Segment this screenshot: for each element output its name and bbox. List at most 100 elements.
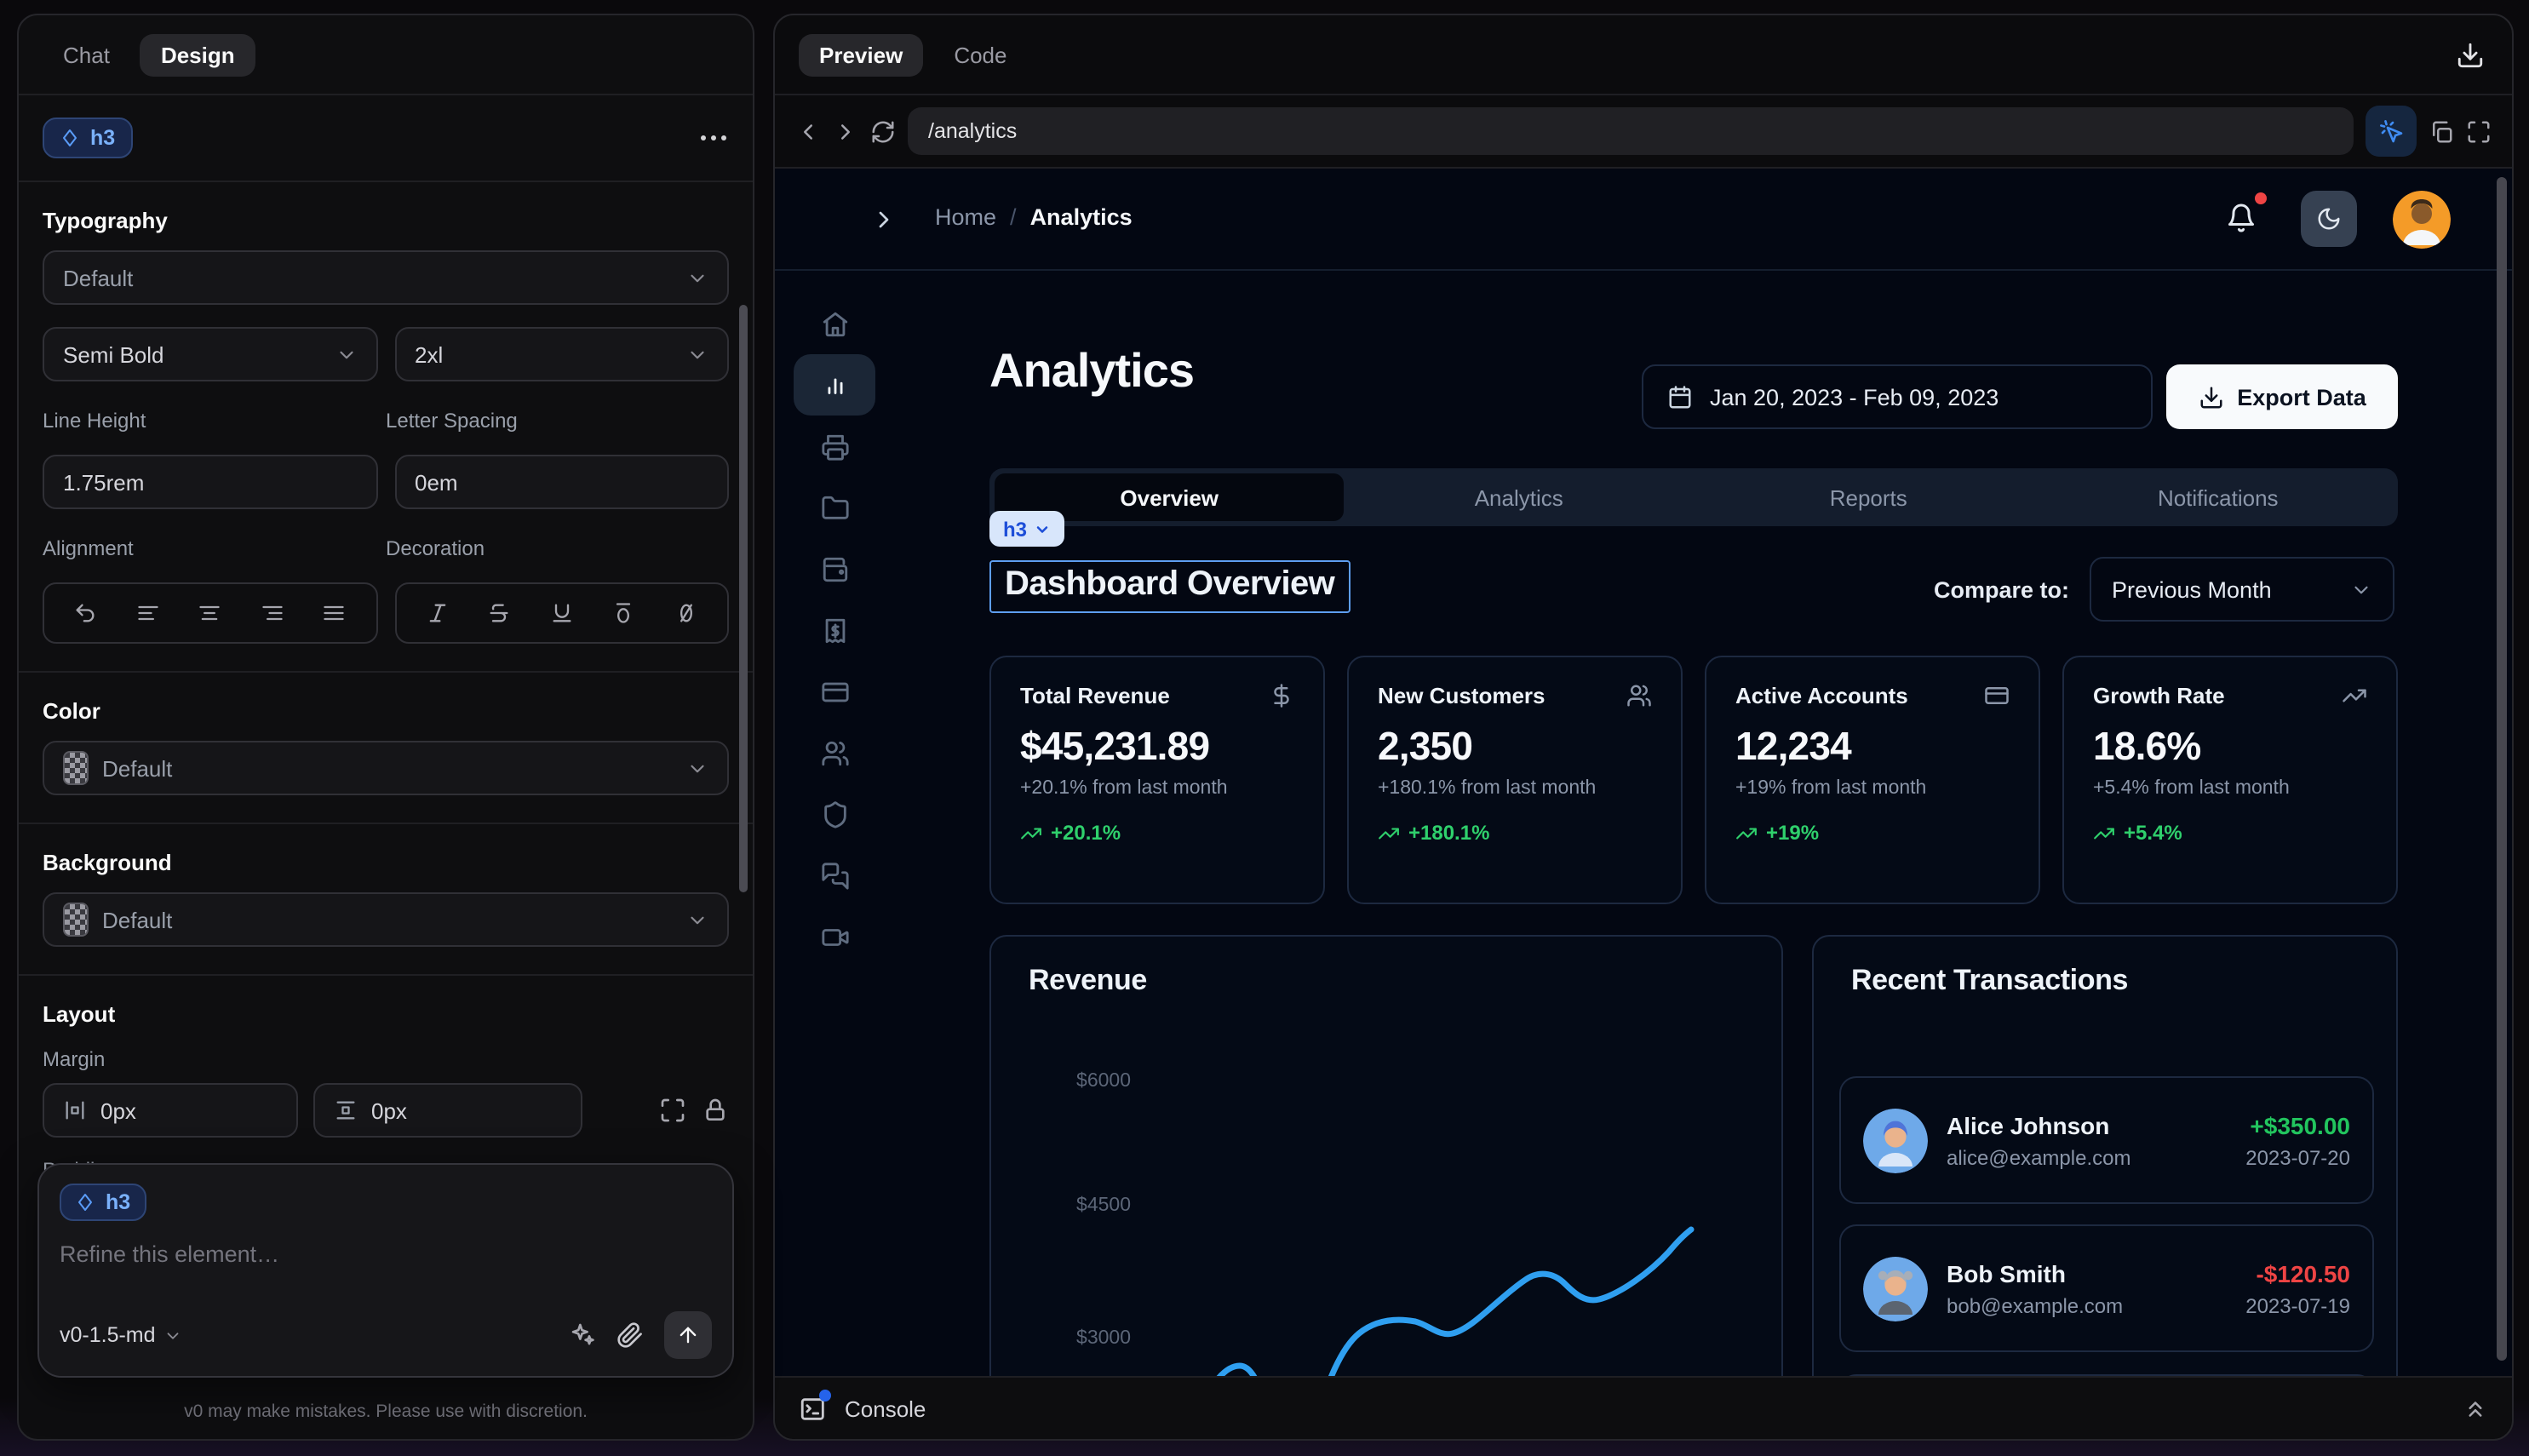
- transaction-email: bob@example.com: [1947, 1293, 2123, 1317]
- composer-placeholder[interactable]: Refine this element…: [60, 1241, 712, 1267]
- sidebar-item-payments[interactable]: [794, 661, 875, 722]
- forward-icon[interactable]: [833, 118, 858, 144]
- sidebar-item-customers[interactable]: [794, 722, 875, 783]
- left-panel-scrollbar[interactable]: [739, 305, 748, 892]
- fullscreen-icon[interactable]: [2466, 118, 2492, 144]
- stat-trend: +5.4%: [2124, 821, 2182, 845]
- compare-control: Compare to: Previous Month: [1934, 557, 2394, 622]
- transaction-row[interactable]: Alice Johnson alice@example.com +$350.00…: [1839, 1076, 2374, 1204]
- color-select[interactable]: Default: [43, 741, 729, 795]
- preview-scrollbar[interactable]: [2497, 177, 2507, 1361]
- margin-x-input[interactable]: 0px: [43, 1083, 298, 1138]
- date-range-button[interactable]: Jan 20, 2023 - Feb 09, 2023: [1642, 364, 2153, 429]
- selection-tag-chip[interactable]: h3: [989, 511, 1064, 547]
- chevrons-up-icon[interactable]: [2463, 1396, 2488, 1421]
- letter-spacing-input[interactable]: 0em: [394, 455, 729, 509]
- lock-icon[interactable]: [702, 1097, 729, 1124]
- date-range-value: Jan 20, 2023 - Feb 09, 2023: [1710, 384, 1999, 410]
- font-weight-select[interactable]: Semi Bold: [43, 327, 377, 381]
- no-decoration-icon[interactable]: [674, 601, 698, 625]
- sparkles-icon[interactable]: [569, 1321, 596, 1349]
- sidebar-item-security[interactable]: [794, 783, 875, 845]
- notifications-button[interactable]: [2226, 203, 2260, 237]
- font-size-value: 2xl: [415, 341, 443, 367]
- dollar-sign-icon: [1269, 683, 1294, 708]
- underline-icon[interactable]: [550, 601, 574, 625]
- decoration-label: Decoration: [386, 536, 729, 560]
- console-bar[interactable]: Console: [775, 1376, 2512, 1439]
- italic-icon[interactable]: [426, 601, 450, 625]
- download-icon[interactable]: [2456, 40, 2485, 69]
- moon-icon: [2316, 206, 2342, 232]
- more-options-icon[interactable]: [698, 123, 729, 153]
- preview-viewport: Home / Analytics: [775, 169, 2512, 1376]
- line-height-value: 1.75rem: [63, 469, 144, 495]
- sidebar-item-video[interactable]: [794, 906, 875, 967]
- stat-card-total-revenue: Total Revenue $45,231.89 +20.1% from las…: [989, 656, 1325, 904]
- selected-element-row: h3: [19, 95, 753, 182]
- expand-sides-icon[interactable]: [659, 1097, 686, 1124]
- selected-element-chip[interactable]: h3: [43, 118, 132, 158]
- align-left-icon[interactable]: [136, 601, 160, 625]
- url-value: /analytics: [928, 119, 1017, 143]
- bell-icon: [2226, 203, 2257, 233]
- sidebar-item-reports[interactable]: [794, 416, 875, 477]
- font-size-select[interactable]: 2xl: [394, 327, 729, 381]
- refine-composer[interactable]: h3 Refine this element… v0-1.5-md: [37, 1163, 734, 1378]
- paperclip-icon[interactable]: [616, 1321, 644, 1349]
- sidebar-toggle-icon[interactable]: [870, 206, 897, 233]
- undo-icon[interactable]: [74, 601, 98, 625]
- sidebar-item-files[interactable]: [794, 477, 875, 538]
- sidebar-item-home[interactable]: [794, 293, 875, 354]
- selected-heading-outline[interactable]: Dashboard Overview: [989, 560, 1350, 613]
- console-label: Console: [845, 1396, 926, 1421]
- sidebar-item-analytics[interactable]: [794, 354, 875, 416]
- send-button[interactable]: [664, 1311, 712, 1359]
- transparent-swatch-icon: [63, 751, 89, 785]
- transaction-amount: +$350.00: [2245, 1111, 2350, 1138]
- video-icon: [820, 922, 849, 951]
- tab-design[interactable]: Design: [140, 33, 255, 76]
- overline-icon[interactable]: [612, 601, 636, 625]
- refresh-icon[interactable]: [870, 118, 896, 144]
- align-right-icon[interactable]: [261, 601, 284, 625]
- tab-analytics[interactable]: Analytics: [1345, 473, 1695, 521]
- back-icon[interactable]: [795, 118, 821, 144]
- tab-code[interactable]: Code: [933, 33, 1027, 76]
- transaction-name: Alice Johnson: [1947, 1111, 2130, 1138]
- background-value: Default: [102, 907, 172, 932]
- breadcrumb-home[interactable]: Home: [935, 204, 996, 230]
- align-justify-icon[interactable]: [323, 601, 347, 625]
- tab-reports[interactable]: Reports: [1694, 473, 2044, 521]
- sidebar-item-invoices[interactable]: [794, 599, 875, 661]
- copy-icon[interactable]: [2429, 118, 2454, 144]
- transaction-row[interactable]: Bob Smith bob@example.com -$120.50 2023-…: [1839, 1224, 2374, 1352]
- selected-element-label: h3: [90, 126, 115, 150]
- trending-up-icon: [2093, 822, 2115, 844]
- margin-y-input[interactable]: 0px: [313, 1083, 582, 1138]
- export-data-button[interactable]: Export Data: [2166, 364, 2398, 429]
- stat-subtext: +180.1% from last month: [1378, 778, 1652, 799]
- tab-notifications[interactable]: Notifications: [2044, 473, 2394, 521]
- stat-value: 18.6%: [2093, 724, 2367, 770]
- select-element-mode-button[interactable]: [2366, 106, 2417, 157]
- align-center-icon[interactable]: [198, 601, 222, 625]
- sidebar-item-wallet[interactable]: [794, 538, 875, 599]
- background-select[interactable]: Default: [43, 892, 729, 947]
- tab-chat[interactable]: Chat: [43, 33, 130, 76]
- breadcrumb-separator: /: [1010, 204, 1017, 230]
- user-avatar[interactable]: [2393, 191, 2451, 249]
- font-family-select[interactable]: Default: [43, 250, 729, 305]
- theme-toggle-button[interactable]: [2301, 191, 2357, 247]
- compare-select[interactable]: Previous Month: [2090, 557, 2394, 622]
- strikethrough-icon[interactable]: [488, 601, 512, 625]
- letter-spacing-value: 0em: [415, 469, 458, 495]
- transaction-amount: -$120.50: [2245, 1259, 2350, 1287]
- terminal-icon: [799, 1394, 828, 1423]
- line-height-input[interactable]: 1.75rem: [43, 455, 377, 509]
- receipt-icon: [820, 616, 849, 645]
- url-input[interactable]: /analytics: [908, 107, 2354, 155]
- tab-preview[interactable]: Preview: [799, 33, 923, 76]
- sidebar-item-messages[interactable]: [794, 845, 875, 906]
- model-select[interactable]: v0-1.5-md: [60, 1323, 183, 1347]
